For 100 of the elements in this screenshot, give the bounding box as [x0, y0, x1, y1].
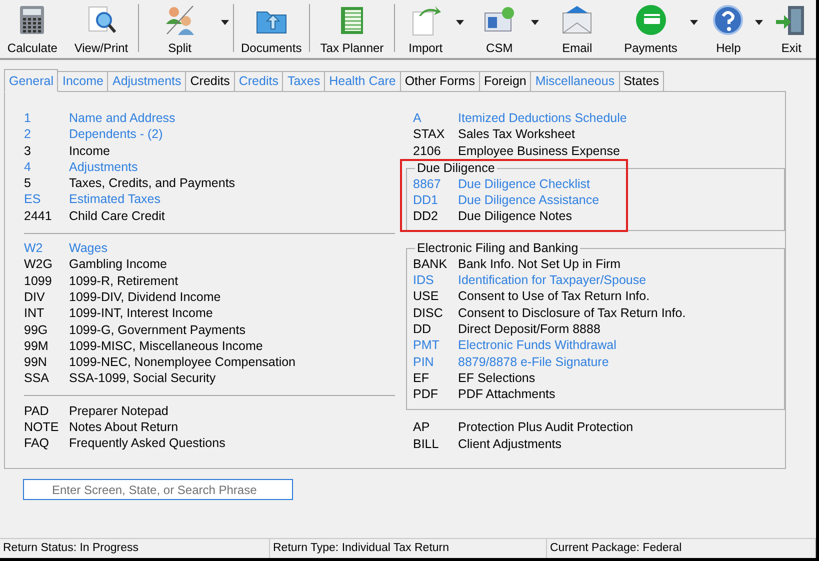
screen-code[interactable]: A [413, 110, 458, 126]
toolbar-button[interactable]: Split [138, 0, 221, 57]
screen-link[interactable]: Preparer Notepad [69, 402, 168, 420]
screen-link[interactable]: Employee Business Expense [458, 142, 620, 159]
screen-link[interactable]: 1099-G, Government Payments [69, 322, 246, 338]
screen-link[interactable]: 1099-INT, Interest Income [69, 305, 213, 322]
screen-code[interactable]: 99M [24, 338, 69, 354]
toolbar-button[interactable]: Import [395, 0, 456, 57]
screen-link[interactable]: Notes About Return [69, 419, 178, 436]
caret-icon[interactable] [754, 20, 763, 25]
screen-link[interactable]: Electronic Funds Withdrawal [458, 337, 616, 354]
screen-link[interactable]: Child Care Credit [69, 208, 165, 224]
screen-code[interactable]: DD [413, 320, 458, 338]
screen-link[interactable]: 1099-MISC, Miscellaneous Income [69, 338, 263, 354]
toolbar-button[interactable]: CSM [468, 0, 531, 57]
screen-code[interactable]: SSA [24, 370, 69, 387]
toolbar-button[interactable]: Documents [234, 0, 309, 57]
screen-code[interactable]: PAD [24, 402, 69, 420]
status-text: Return Status: In Progress [0, 539, 270, 558]
toolbar-button[interactable]: Tax Planner [310, 0, 394, 57]
screen-code[interactable]: PMT [413, 337, 458, 354]
tab[interactable]: Adjustments [107, 71, 186, 91]
tab[interactable]: States [618, 71, 664, 91]
screen-link[interactable]: Adjustments [69, 158, 138, 176]
screen-link[interactable]: Client Adjustments [458, 436, 562, 452]
screen-code[interactable]: USE [413, 288, 458, 305]
caret-icon[interactable] [221, 20, 229, 25]
caret-icon[interactable] [690, 20, 698, 25]
caret-icon[interactable] [456, 20, 464, 25]
toolbar-button[interactable]: Payments [612, 0, 690, 57]
screen-link[interactable]: Taxes, Credits, and Payments [69, 175, 236, 192]
screen-link[interactable]: Protection Plus Audit Protection [458, 419, 634, 436]
screen-link[interactable]: SSA-1099, Social Security [69, 370, 216, 387]
screen-code[interactable]: 1099 [24, 272, 69, 289]
screen-code[interactable]: PDF [413, 386, 458, 402]
screen-code[interactable]: 99G [24, 322, 69, 338]
screen-link[interactable]: Dependents - (2) [69, 126, 163, 143]
screen-link[interactable]: Gambling Income [69, 256, 167, 273]
screen-code[interactable]: EF [413, 370, 458, 386]
screen-code[interactable]: 8867 [413, 176, 458, 192]
screen-code[interactable]: STAX [413, 126, 458, 143]
screen-link[interactable]: 1099-NEC, Nonemployee Compensation [69, 354, 296, 370]
screen-code[interactable]: BANK [413, 256, 458, 272]
screen-link[interactable]: Due Diligence Checklist [458, 176, 590, 192]
screen-link[interactable]: 8879/8878 e-File Signature [458, 354, 609, 370]
screen-link[interactable]: EF Selections [458, 370, 536, 386]
screen-link[interactable]: PDF Attachments [458, 386, 556, 402]
screen-code[interactable]: 2441 [24, 208, 69, 224]
toolbar-button[interactable]: Exit [766, 0, 816, 57]
screen-code[interactable]: W2G [24, 256, 69, 273]
caret-icon[interactable] [530, 20, 539, 25]
payment-icon [634, 4, 668, 36]
screen-link[interactable]: Direct Deposit/Form 8888 [458, 320, 600, 338]
tab[interactable]: Foreign [478, 71, 532, 91]
screen-link[interactable]: Consent to Use of Tax Return Info. [458, 288, 650, 305]
screen-link[interactable]: Consent to Disclosure of Tax Return Info. [458, 304, 686, 321]
screen-code[interactable]: AP [413, 419, 458, 436]
search-field[interactable]: Enter Screen, State, or Search Phrase [23, 479, 293, 500]
toolbar-button[interactable]: Email [542, 0, 612, 57]
toolbar-button[interactable]: View/Print [64, 0, 138, 57]
screen-link[interactable]: Bank Info. Not Set Up in Firm [458, 256, 621, 272]
screen-link[interactable]: Name and Address [69, 110, 176, 126]
screen-link[interactable]: 1099-DIV, Dividend Income [69, 288, 221, 306]
screen-link[interactable]: Due Diligence Assistance [458, 192, 600, 208]
screen-link[interactable]: Wages [69, 240, 108, 256]
screen-link[interactable]: Income [69, 142, 110, 159]
screen-link[interactable]: Due Diligence Notes [458, 208, 572, 225]
screen-code[interactable]: 3 [24, 142, 69, 159]
screen-code[interactable]: INT [24, 305, 69, 322]
group-title: Electronic Filing and Banking [415, 240, 580, 256]
screen-code[interactable]: DIV [24, 288, 69, 306]
screen-code[interactable]: 1 [24, 110, 69, 126]
screen-code[interactable]: 5 [24, 175, 69, 192]
screen-code[interactable]: 4 [24, 158, 69, 176]
screen-code[interactable]: 2106 [413, 142, 458, 159]
screen-code[interactable]: DD2 [413, 208, 458, 225]
toolbar-button[interactable]: Calculate [0, 0, 65, 57]
screen-code[interactable]: BILL [413, 436, 458, 452]
screen-code[interactable]: FAQ [24, 435, 69, 452]
screen-link[interactable]: 1099-R, Retirement [69, 272, 178, 289]
group-title: Due Diligence [415, 160, 497, 176]
screen-link[interactable]: Sales Tax Worksheet [458, 126, 575, 143]
status-text: Return Type: Individual Tax Return [270, 539, 547, 558]
screen-code[interactable]: PIN [413, 354, 458, 370]
help-icon [711, 4, 746, 36]
screen-code[interactable]: DISC [413, 304, 458, 321]
screen-code[interactable]: DD1 [413, 192, 458, 208]
screen-code[interactable]: ES [24, 191, 69, 208]
screen-code[interactable]: W2 [24, 240, 69, 256]
screen-link[interactable]: Itemized Deductions Schedule [458, 110, 627, 126]
screen-code[interactable]: IDS [413, 272, 458, 288]
screen-link[interactable]: Identification for Taxpayer/Spouse [458, 272, 646, 288]
screen-link[interactable]: Frequently Asked Questions [69, 435, 226, 452]
screen-code[interactable]: 2 [24, 126, 69, 143]
screen-link[interactable]: Estimated Taxes [69, 191, 160, 208]
screen-code[interactable]: 99N [24, 354, 69, 370]
tab[interactable]: General [4, 69, 58, 92]
toolbar-button[interactable]: Help [702, 0, 755, 57]
screen-code[interactable]: NOTE [24, 419, 69, 436]
envelope-icon [560, 4, 594, 36]
